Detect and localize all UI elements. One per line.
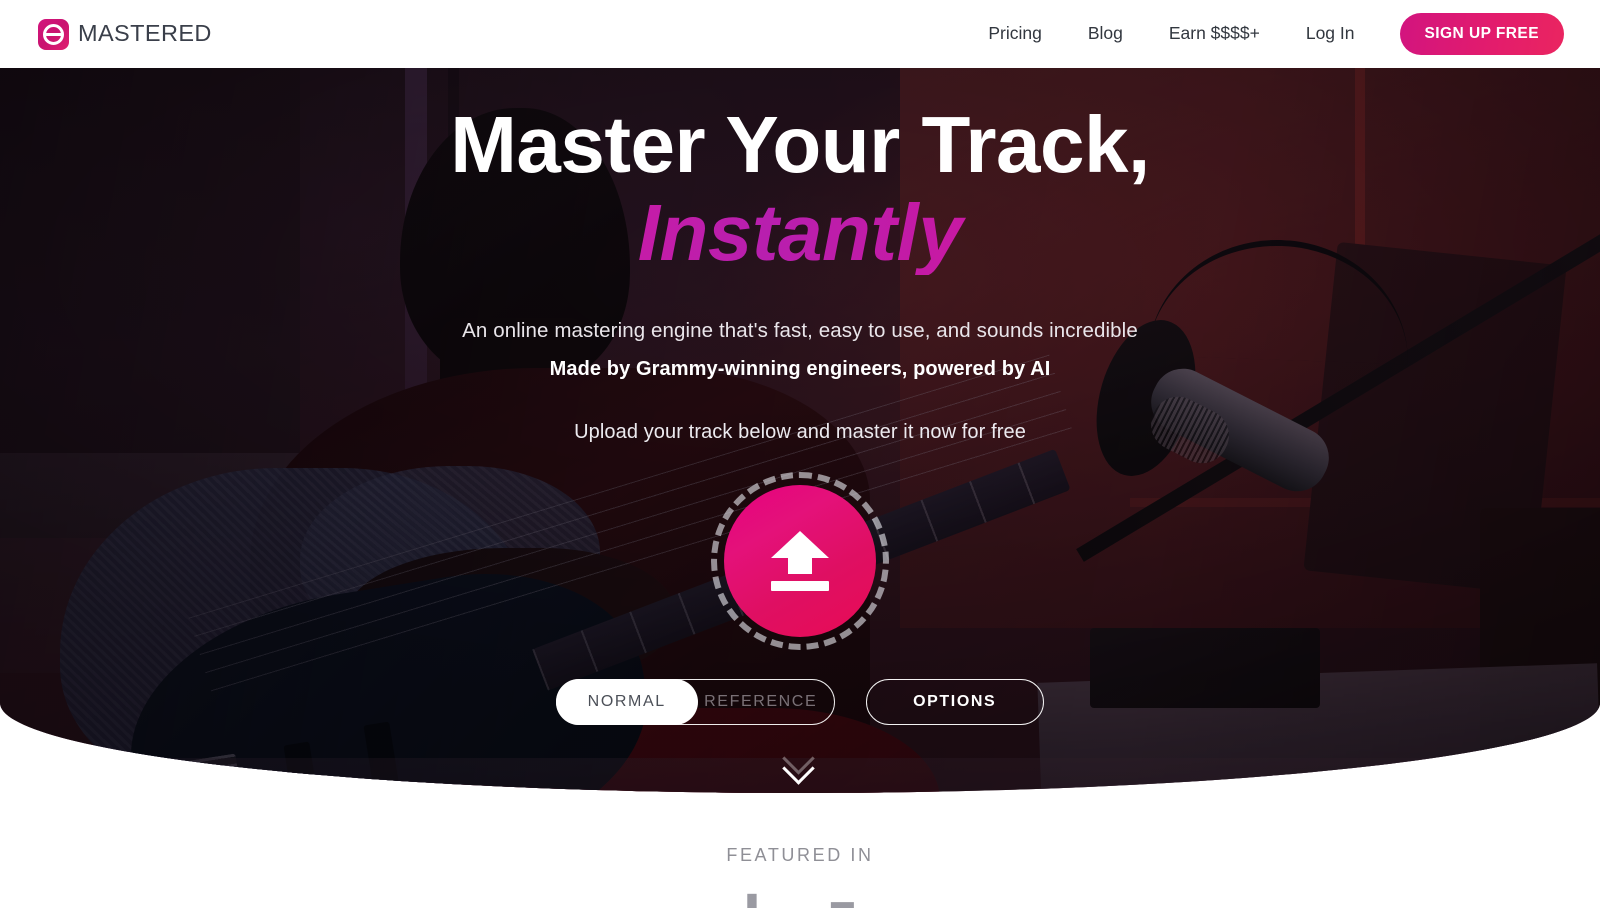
hero-subheadline: An online mastering engine that's fast, …: [462, 319, 1138, 342]
partner-logo-1: ▮: [745, 888, 759, 908]
hero-upload-prompt: Upload your track below and master it no…: [574, 421, 1026, 443]
emastered-e-logo-icon: [38, 18, 69, 50]
featured-in-title: FEATURED IN: [726, 845, 874, 865]
mastering-mode-toggle[interactable]: NORMAL REFERENCE: [555, 679, 835, 725]
hero-headline-line1: Master Your Track,: [450, 100, 1150, 189]
logo-home-link[interactable]: MASTERED: [38, 18, 212, 50]
logo-e-bar: [44, 32, 63, 36]
upload-dropzone[interactable]: [711, 472, 889, 650]
hero-content: Master Your Track, Instantly An online m…: [0, 68, 1600, 793]
nav-link-pricing[interactable]: Pricing: [965, 25, 1065, 43]
featured-in-section: FEATURED IN ▮ ▬: [0, 793, 1600, 908]
options-button[interactable]: OPTIONS: [865, 679, 1044, 725]
sign-up-free-button[interactable]: SIGN UP FREE: [1399, 13, 1564, 55]
hero-credibility-line: Made by Grammy-winning engineers, powere…: [549, 358, 1051, 380]
mode-reference-button[interactable]: REFERENCE: [698, 679, 834, 725]
hero-headline: Master Your Track, Instantly: [0, 105, 1600, 275]
featured-logo-row: ▮ ▬: [0, 888, 1600, 908]
upload-arrow-icon: [771, 531, 829, 591]
main-navigation: Pricing Blog Earn $$$$+ Log In SIGN UP F…: [965, 13, 1564, 55]
nav-link-earn[interactable]: Earn $$$$+: [1146, 25, 1283, 43]
scroll-down-indicator[interactable]: [0, 747, 1600, 771]
hero-headline-accent: Instantly: [0, 191, 1600, 275]
hero-section: Master Your Track, Instantly An online m…: [0, 68, 1600, 793]
upload-button[interactable]: [724, 485, 876, 637]
nav-link-login[interactable]: Log In: [1283, 25, 1378, 43]
logo-wordmark: MASTERED: [78, 20, 212, 47]
mode-selector-row: NORMAL REFERENCE OPTIONS: [0, 679, 1600, 725]
nav-link-blog[interactable]: Blog: [1065, 25, 1146, 43]
site-header: MASTERED Pricing Blog Earn $$$$+ Log In …: [0, 0, 1600, 68]
chevron-down-icon: [783, 757, 817, 771]
mode-normal-button[interactable]: NORMAL: [555, 679, 698, 725]
partner-logo-2: ▬: [830, 888, 855, 908]
